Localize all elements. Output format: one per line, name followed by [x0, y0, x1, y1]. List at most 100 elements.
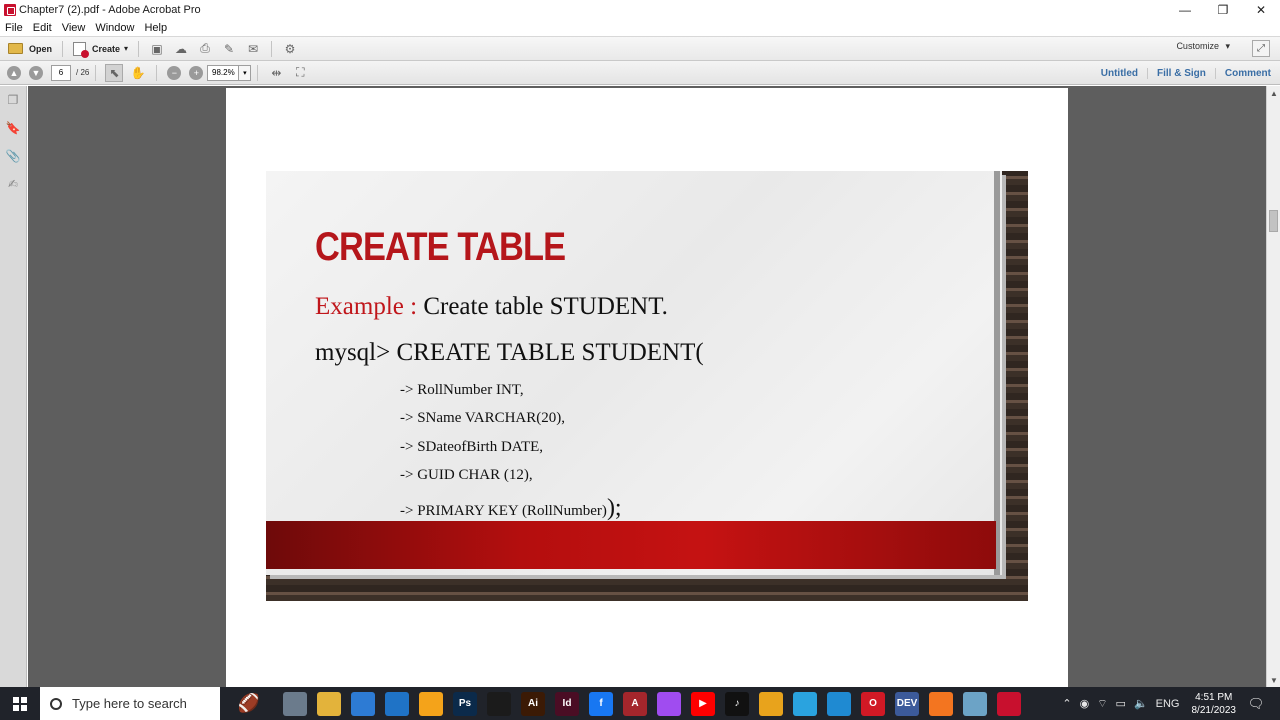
customize-button[interactable]: Customize ▾ [1176, 41, 1230, 52]
menu-window[interactable]: Window [90, 22, 139, 34]
chrome-icon[interactable] [759, 691, 783, 716]
open-button[interactable]: Open [4, 39, 56, 59]
search-icon [50, 697, 62, 710]
select-cursor-icon[interactable]: ⬉ [105, 63, 124, 82]
acrobat-icon[interactable] [997, 691, 1021, 716]
chevron-up-icon[interactable]: ⌃ [1062, 697, 1071, 710]
illustrator-icon[interactable]: Ai [521, 691, 545, 716]
file-explorer-icon[interactable] [317, 691, 341, 716]
toolbar-divider [95, 64, 97, 81]
page-thumbnails-icon[interactable]: ❐ [6, 93, 20, 107]
scroll-up-icon[interactable]: ▲ [1267, 86, 1280, 100]
search-highlight-icon[interactable]: 🏈 [220, 687, 278, 720]
folder-icon [8, 43, 23, 54]
camera-icon[interactable] [283, 691, 307, 716]
zoom-out-icon[interactable]: − [167, 65, 182, 80]
navigation-toolbar: ▲ ▼ 6 / 26 ⬉ ✋ − + 98.2% ▾ ⇹ ⛶ Untitled … [0, 61, 1280, 85]
network-icon[interactable]: ◉ [1080, 697, 1090, 710]
email-icon[interactable]: ✉ [244, 40, 262, 58]
fit-width-icon[interactable]: ⇹ [267, 64, 285, 82]
toolbar-divider [138, 40, 140, 57]
fit-page-icon[interactable]: ⛶ [291, 64, 309, 82]
start-button[interactable] [0, 687, 40, 720]
indesign-icon[interactable]: Id [555, 691, 579, 716]
battery-icon[interactable]: ▭ [1116, 697, 1126, 710]
field-line: -> SName VARCHAR(20), [400, 410, 565, 426]
cloud-upload-icon[interactable]: ☁ [172, 40, 190, 58]
field-line: -> GUID CHAR (12), [400, 467, 533, 483]
zoom-dropdown[interactable]: ▾ [239, 64, 252, 81]
windows-taskbar: Type here to search 🏈 Ps Ai Id f A ▶ ♪ O DEV ⌃ ◉… [0, 687, 1280, 720]
bookmarks-icon[interactable]: 🔖 [6, 121, 21, 135]
menu-file[interactable]: File [0, 22, 28, 34]
capcut-icon[interactable] [487, 691, 511, 716]
gear-icon[interactable]: ⚙ [281, 40, 299, 58]
save-icon[interactable]: ▣ [148, 40, 166, 58]
zoom-input[interactable]: 98.2% [207, 64, 240, 81]
minimize-button[interactable]: — [1166, 0, 1204, 19]
edit-icon[interactable]: ✎ [220, 40, 238, 58]
youtube-icon[interactable]: ▶ [691, 691, 715, 716]
photoshop-icon[interactable]: Ps [453, 691, 477, 716]
title-bar: Chapter7 (2).pdf - Adobe Acrobat Pro — ❐… [0, 0, 1280, 19]
vertical-scrollbar[interactable]: ▲ ▼ [1266, 86, 1280, 687]
previous-page-icon[interactable]: ▲ [7, 65, 21, 80]
field-line: -> RollNumber INT, [400, 382, 524, 398]
taskbar-clock[interactable]: 4:51 PM 8/21/2023 [1192, 691, 1237, 717]
create-button[interactable]: Create ▾ [69, 39, 132, 59]
page-number-input[interactable]: 6 [51, 64, 71, 81]
restore-button[interactable]: ❐ [1204, 0, 1242, 19]
facebook-icon[interactable]: f [589, 691, 613, 716]
slide-title: CREATE TABLE [315, 225, 566, 269]
notification-icon[interactable]: 🗨 [1246, 694, 1266, 714]
frame-icon[interactable] [419, 691, 443, 716]
messenger-icon[interactable] [657, 691, 681, 716]
expand-icon[interactable]: ⤢ [1252, 40, 1270, 57]
signatures-icon[interactable]: ✍ [6, 177, 20, 191]
vscode-icon[interactable] [827, 691, 851, 716]
menu-bar: File Edit View Window Help [0, 19, 1280, 37]
scroll-thumb[interactable] [1269, 210, 1278, 232]
telegram-icon[interactable] [793, 691, 817, 716]
attachments-icon[interactable]: 📎 [6, 149, 21, 163]
window-controls: — ❐ ✕ [1166, 0, 1280, 19]
scroll-down-icon[interactable]: ▼ [1267, 673, 1280, 687]
slide: CREATE TABLE Example : Create table STUD… [266, 171, 1028, 601]
store-icon[interactable] [351, 691, 375, 716]
fill-sign-link[interactable]: Fill & Sign [1146, 67, 1215, 79]
taskbar-search[interactable]: Type here to search [40, 687, 220, 720]
xampp-icon[interactable] [929, 691, 953, 716]
clock-time: 4:51 PM [1195, 691, 1233, 703]
hand-tool-icon[interactable]: ✋ [129, 64, 147, 82]
create-pdf-icon [73, 41, 90, 58]
notes-icon[interactable] [963, 691, 987, 716]
main-toolbar: Open Create ▾ ▣ ☁ ⎙ ✎ ✉ ⚙ Customize ▾ ⤢ [0, 37, 1280, 61]
field-line-last: -> PRIMARY KEY (RollNumber)); [400, 495, 622, 522]
toolbar-divider [257, 64, 259, 81]
menu-edit[interactable]: Edit [28, 22, 57, 34]
print-icon[interactable]: ⎙ [196, 40, 214, 58]
menu-view[interactable]: View [57, 22, 91, 34]
dev-icon[interactable]: DEV [895, 691, 919, 716]
untitled-link[interactable]: Untitled [1092, 68, 1147, 79]
example-label: Example : [315, 293, 418, 320]
wifi-icon[interactable]: ⌔ [1097, 697, 1107, 711]
close-button[interactable]: ✕ [1242, 0, 1280, 19]
slide-red-band [266, 521, 996, 569]
system-tray: ⌃ ◉ ⌔ ▭ 🔈 ENG 4:51 PM 8/21/2023 🗨 [1058, 687, 1280, 720]
zoom-in-icon[interactable]: + [189, 65, 204, 80]
mysql-command: mysql> CREATE TABLE STUDENT( [315, 339, 704, 366]
next-page-icon[interactable]: ▼ [29, 65, 43, 80]
create-label: Create [92, 43, 121, 54]
language-icon[interactable]: ENG [1156, 698, 1180, 710]
menu-help[interactable]: Help [139, 22, 172, 34]
mail-icon[interactable] [385, 691, 409, 716]
windows-logo-icon [13, 696, 27, 711]
comment-link[interactable]: Comment [1214, 67, 1280, 79]
access-icon[interactable]: A [623, 691, 647, 716]
field-text: -> PRIMARY KEY (RollNumber) [400, 503, 607, 519]
clock-date: 8/21/2023 [1191, 704, 1237, 716]
opera-icon[interactable]: O [861, 691, 885, 716]
tiktok-icon[interactable]: ♪ [725, 691, 749, 716]
volume-icon[interactable]: 🔈 [1134, 697, 1148, 710]
